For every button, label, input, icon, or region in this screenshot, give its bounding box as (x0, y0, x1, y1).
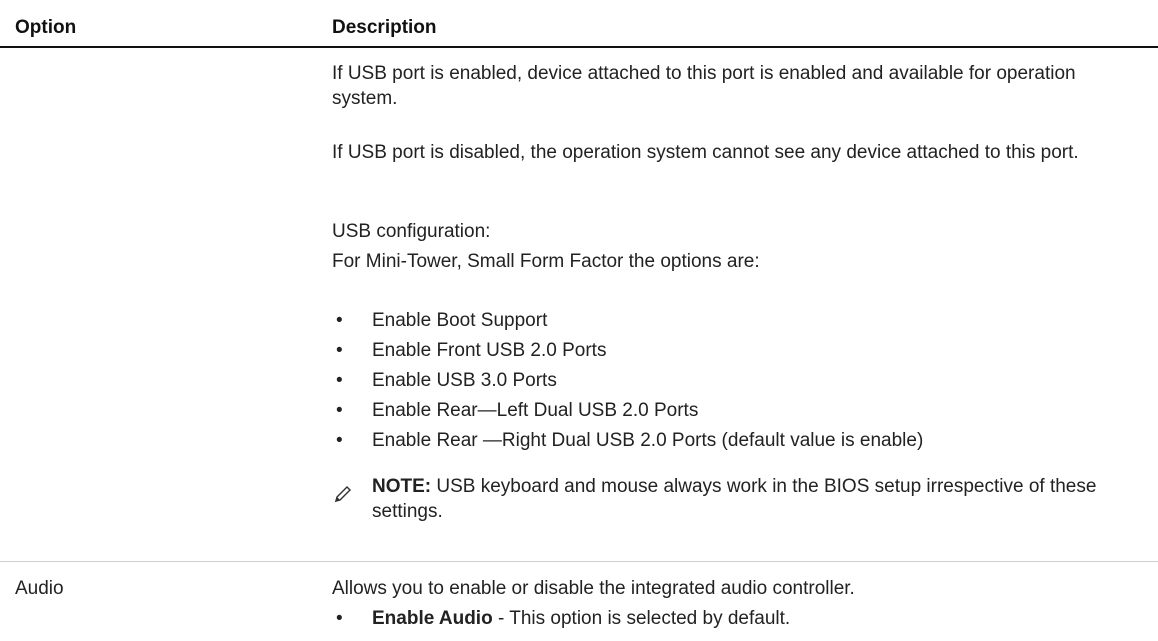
bullet-icon: • (336, 370, 343, 391)
bullet-icon: • (336, 400, 343, 421)
pencil-note-icon (335, 486, 351, 502)
bullet-icon: • (336, 310, 343, 331)
audio-options-list: • Enable Audio - This option is selected … (332, 606, 790, 631)
usb-option-label: Enable Rear—Left Dual USB 2.0 Ports (372, 400, 699, 421)
bullet-icon: • (336, 340, 343, 361)
list-item: • Enable Boot Support (332, 308, 923, 333)
audio-option-label: Enable Audio (372, 608, 493, 629)
usb-disabled-paragraph: If USB port is disabled, the operation s… (332, 142, 1079, 163)
list-item: • Enable Rear—Left Dual USB 2.0 Ports (332, 398, 923, 423)
usb-option-label: Enable Rear —Right Dual USB 2.0 Ports (d… (372, 430, 924, 451)
usb-enabled-paragraph: If USB port is enabled, device attached … (332, 63, 1076, 109)
list-item: • Enable Audio - This option is selected … (332, 606, 790, 631)
audio-option-text: - This option is selected by default. (492, 608, 791, 629)
usb-config-intro: For Mini-Tower, Small Form Factor the op… (332, 251, 760, 272)
note-text: NOTE: USB keyboard and mouse always work… (372, 474, 1132, 524)
column-header-description: Description (332, 17, 437, 38)
list-item: • Enable USB 3.0 Ports (332, 368, 923, 393)
column-header-option: Option (15, 17, 77, 38)
bullet-icon: • (336, 608, 343, 629)
option-audio: Audio (15, 578, 64, 599)
note-body: USB keyboard and mouse always work in th… (372, 476, 1097, 522)
table-header: Option Description (0, 12, 1158, 48)
usb-option-label: Enable Boot Support (372, 310, 548, 331)
audio-description: Allows you to enable or disable the inte… (332, 578, 855, 599)
list-item: • Enable Front USB 2.0 Ports (332, 338, 923, 363)
usb-option-label: Enable USB 3.0 Ports (372, 370, 557, 391)
list-item: • Enable Rear —Right Dual USB 2.0 Ports (… (332, 428, 923, 453)
usb-config-heading: USB configuration: (332, 221, 491, 242)
note-label: NOTE: (372, 476, 432, 497)
bullet-icon: • (336, 430, 343, 451)
usb-option-label: Enable Front USB 2.0 Ports (372, 340, 607, 361)
usb-options-list: • Enable Boot Support • Enable Front USB 2… (332, 308, 923, 453)
row-divider (0, 561, 1158, 562)
